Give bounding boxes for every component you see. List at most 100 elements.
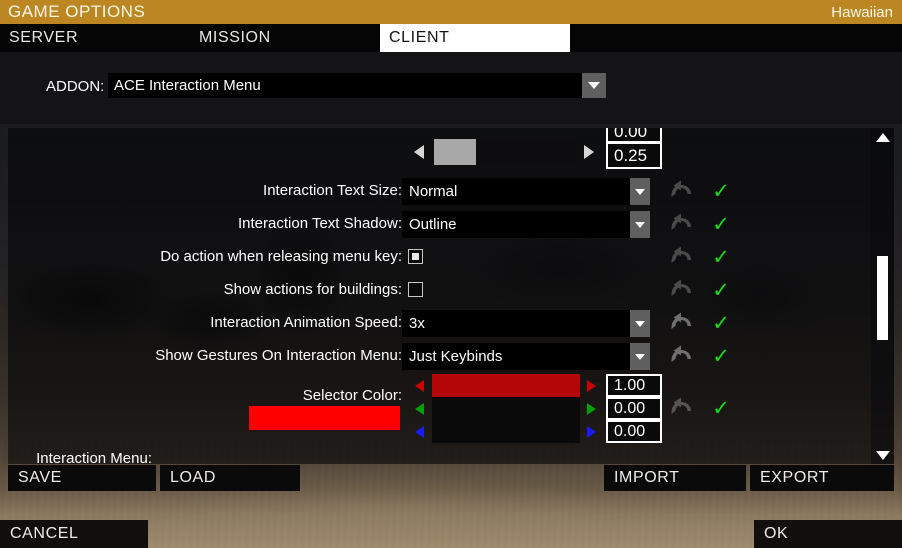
rgb-row-green: 0.00	[8, 397, 894, 420]
green-decrease-button[interactable]	[408, 400, 430, 417]
undo-icon[interactable]	[668, 397, 694, 420]
blue-decrease-button[interactable]	[408, 423, 430, 440]
triangle-right-icon	[584, 145, 594, 159]
cancel-button[interactable]: CANCEL	[0, 520, 148, 548]
check-icon[interactable]: ✓	[710, 213, 732, 236]
check-icon[interactable]: ✓	[710, 246, 732, 269]
tab-mission[interactable]: MISSION	[190, 24, 380, 52]
green-value: 0.00	[614, 399, 646, 417]
red-decrease-button[interactable]	[408, 377, 430, 394]
profile-name: Hawaiian	[831, 3, 893, 21]
undo-icon[interactable]	[668, 246, 694, 269]
rgb-row-blue: 0.00	[8, 420, 894, 443]
addon-select[interactable]: ACE Interaction Menu	[108, 73, 584, 98]
triangle-down-icon[interactable]	[871, 446, 894, 464]
triangle-left-icon	[414, 425, 424, 438]
triangle-left-icon	[414, 145, 424, 159]
load-button[interactable]: LOAD	[160, 465, 300, 491]
setting-row-do-action-on-release: Do action when releasing menu key: ✓	[8, 241, 894, 274]
tab-client[interactable]: CLIENT	[380, 24, 570, 52]
green-value-field[interactable]: 0.00	[606, 397, 662, 420]
combo-value: Just Keybinds	[409, 348, 503, 365]
chevron-down-icon[interactable]	[630, 178, 650, 205]
red-increase-button[interactable]	[580, 377, 602, 394]
addon-selected-value: ACE Interaction Menu	[114, 77, 261, 94]
setting-row-animation-speed: Interaction Animation Speed: 3x ✓	[8, 307, 894, 340]
slider-value: 0.25	[614, 145, 648, 165]
slider-thumb[interactable]	[434, 139, 476, 165]
blue-value-field[interactable]: 0.00	[606, 420, 662, 443]
caret-glyph	[635, 320, 645, 327]
caret-glyph	[588, 82, 600, 89]
combo-value: Outline	[409, 216, 457, 233]
triangle-up-icon[interactable]	[871, 128, 894, 146]
page-title: GAME OPTIONS	[8, 2, 146, 21]
tab-bar: SERVER MISSION CLIENT	[0, 24, 902, 52]
action-button-strip: SAVE LOAD IMPORT EXPORT	[0, 465, 902, 491]
rgb-row-red: 1.00	[8, 374, 894, 397]
red-value: 1.00	[614, 376, 646, 394]
chevron-down-icon[interactable]	[582, 73, 606, 98]
setting-label: Do action when releasing menu key:	[160, 248, 402, 265]
red-slider-fill	[432, 374, 580, 397]
check-icon[interactable]: ✓	[710, 279, 732, 302]
ok-button[interactable]: OK	[754, 520, 902, 548]
undo-icon[interactable]	[668, 279, 694, 302]
chevron-down-icon[interactable]	[630, 310, 650, 337]
setting-row-interaction-text-size: Interaction Text Size: Normal ✓	[8, 175, 894, 208]
addon-label: ADDON:	[46, 78, 105, 95]
blue-increase-button[interactable]	[580, 423, 602, 440]
setting-label: Interaction Menu:	[36, 450, 152, 464]
setting-label: Interaction Text Shadow:	[238, 215, 402, 232]
undo-icon[interactable]	[668, 213, 694, 236]
combo-interaction-text-size[interactable]: Normal	[402, 178, 650, 205]
vertical-scrollbar[interactable]	[871, 128, 894, 464]
green-slider-track[interactable]	[432, 397, 580, 420]
chevron-down-icon[interactable]	[630, 343, 650, 370]
triangle-right-icon	[586, 425, 596, 438]
undo-icon[interactable]	[668, 180, 694, 203]
triangle-right-icon	[586, 379, 596, 392]
check-icon[interactable]: ✓	[710, 345, 732, 368]
blue-slider-track[interactable]	[432, 420, 580, 443]
selector-color-block: Selector Color: 1.00 0.00 0.00 ✓	[8, 372, 894, 443]
slider-decrease-button[interactable]	[408, 140, 430, 164]
export-button[interactable]: EXPORT	[750, 465, 894, 491]
combo-interaction-text-shadow[interactable]: Outline	[402, 211, 650, 238]
combo-value: 3x	[409, 315, 425, 332]
partial-slider-row: 0.00 0.25	[8, 128, 894, 175]
check-icon[interactable]: ✓	[710, 180, 732, 203]
setting-label: Interaction Text Size:	[263, 182, 402, 199]
red-value-field[interactable]: 1.00	[606, 374, 662, 397]
caret-glyph	[635, 188, 645, 195]
combo-animation-speed[interactable]: 3x	[402, 310, 650, 337]
blue-value: 0.00	[614, 422, 646, 440]
red-slider-track[interactable]	[432, 374, 580, 397]
addon-selector-row: ADDON: ACE Interaction Menu	[0, 52, 902, 124]
undo-icon[interactable]	[668, 312, 694, 335]
slider-value-field[interactable]: 0.25	[606, 142, 662, 169]
combo-show-gestures[interactable]: Just Keybinds	[402, 343, 650, 370]
save-button[interactable]: SAVE	[8, 465, 156, 491]
caret-glyph	[635, 353, 645, 360]
slider-value-clipped[interactable]: 0.00	[606, 128, 662, 143]
undo-icon[interactable]	[668, 345, 694, 368]
setting-label: Show actions for buildings:	[223, 281, 402, 298]
triangle-left-icon	[414, 402, 424, 415]
slider-increase-button[interactable]	[578, 140, 600, 164]
combo-value: Normal	[409, 183, 458, 200]
caret-glyph	[875, 450, 890, 460]
check-icon[interactable]: ✓	[710, 397, 732, 420]
chevron-down-icon[interactable]	[630, 211, 650, 238]
setting-row-show-actions-buildings: Show actions for buildings: ✓	[8, 274, 894, 307]
scrollbar-thumb[interactable]	[877, 256, 888, 340]
import-button[interactable]: IMPORT	[604, 465, 746, 491]
slider-clipped-value: 0.00	[614, 128, 648, 141]
triangle-right-icon	[586, 402, 596, 415]
setting-row-interaction-text-shadow: Interaction Text Shadow: Outline ✓	[8, 208, 894, 241]
checkbox-show-actions-buildings[interactable]	[408, 282, 423, 297]
green-increase-button[interactable]	[580, 400, 602, 417]
checkbox-do-action-on-release[interactable]	[408, 249, 423, 264]
tab-server[interactable]: SERVER	[0, 24, 190, 52]
check-icon[interactable]: ✓	[710, 312, 732, 335]
